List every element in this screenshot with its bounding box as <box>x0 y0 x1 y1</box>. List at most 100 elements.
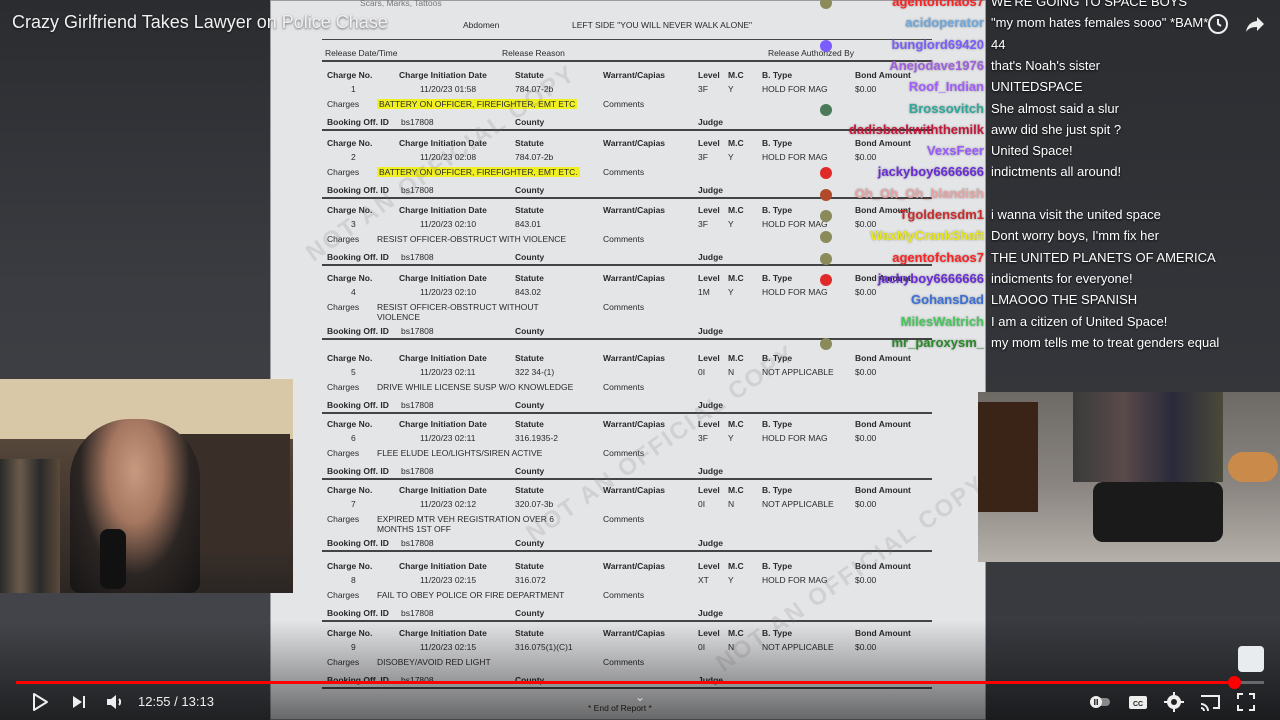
fullscreen-icon[interactable] <box>1234 690 1258 714</box>
chat-text: aww did she just spit ? <box>991 121 1122 137</box>
charge-col-header: Charge No. <box>327 70 373 80</box>
booking-label: Booking Off. ID <box>327 400 389 410</box>
chat-username[interactable]: Roof_Indian <box>909 79 984 94</box>
charge-number: 6 <box>351 433 356 443</box>
chat-message: VexsFeer United Space! <box>820 143 1280 163</box>
charge-number: 1 <box>351 84 356 94</box>
chat-username[interactable]: Tgoldensdm1 <box>899 207 984 222</box>
captions-icon[interactable]: CC <box>1126 690 1150 714</box>
charge-mc: Y <box>728 433 734 443</box>
robot-tank <box>1093 482 1223 542</box>
charge-mc: Y <box>728 575 734 585</box>
charge-col-header: M.C <box>728 273 744 283</box>
time-current: 12:55 <box>138 694 171 709</box>
booking-officer-id: bs17808 <box>401 117 434 127</box>
chat-username[interactable]: GohansDad <box>911 292 984 307</box>
charge-statute: 316.072 <box>515 575 546 585</box>
chat-message: dadisbackwiththemilk aww did she just spi… <box>820 122 1280 142</box>
chat-username[interactable]: WaxMyCrankShaft <box>870 228 984 243</box>
autoplay-toggle-icon[interactable] <box>1088 690 1114 714</box>
chat-message: Brossovitch She almost said a slur <box>820 101 1280 121</box>
charge-col-header: M.C <box>728 353 744 363</box>
charge-mc: Y <box>728 152 734 162</box>
chat-text: THE UNITED PLANETS OF AMERICA <box>991 249 1216 265</box>
chat-username[interactable]: agentofchaos7 <box>892 250 984 265</box>
charge-number: 7 <box>351 499 356 509</box>
charge-col-header: Charge Initiation Date <box>399 485 487 495</box>
chat-message: MilesWaltrich I am a citizen of United Sp… <box>820 314 1280 334</box>
charge-col-header: Charge Initiation Date <box>399 205 487 215</box>
chat-badge-icon <box>820 337 832 350</box>
comments-label: Comments <box>603 234 645 244</box>
chat-username[interactable]: mr_paroxysm_ <box>892 335 985 350</box>
charge-col-header: Level <box>698 273 720 283</box>
chat-username[interactable]: Oh_Oh_Oh_blandish <box>855 186 984 201</box>
charge-btype: HOLD FOR MAG <box>762 287 828 297</box>
chat-username[interactable]: Anejodave1976 <box>889 58 984 73</box>
charge-level: 3F <box>698 433 708 443</box>
comments-label: Comments <box>603 99 645 109</box>
charge-col-header: Warrant/Capias <box>603 419 666 429</box>
chat-username[interactable]: acidoperator <box>905 15 984 30</box>
chat-text: UNITEDSPACE <box>991 79 1083 95</box>
judge-label: Judge <box>698 326 724 336</box>
video-player[interactable]: Scars, Marks, Tattoos Abdomen LEFT SIDE "Y… <box>0 0 1280 720</box>
judge-label: Judge <box>698 608 724 618</box>
chat-username[interactable]: jackyboy6666666 <box>878 164 984 179</box>
charge-col-header: M.C <box>728 485 744 495</box>
chat-text: I am a citizen of United Space! <box>991 313 1168 329</box>
charge-col-header: Bond Amount <box>855 485 911 495</box>
svg-text:CC: CC <box>1133 701 1143 708</box>
charge-description: RESIST OFFICER-OBSTRUCT WITH VIOLENCE <box>377 234 567 244</box>
chat-badge-icon <box>820 39 832 52</box>
gear-icon[interactable] <box>1162 690 1186 714</box>
charge-col-header: Charge No. <box>327 419 373 429</box>
charge-col-header: Bond Amount <box>855 419 911 429</box>
charge-col-header: Level <box>698 138 720 148</box>
charge-col-header: Level <box>698 70 720 80</box>
chat-username[interactable]: Brossovitch <box>909 101 984 116</box>
chat-text: indictments all around! <box>991 164 1122 180</box>
next-icon[interactable] <box>67 690 91 714</box>
volume-icon[interactable] <box>103 690 127 714</box>
chat-username[interactable]: agentofchaos7 <box>892 0 984 9</box>
charge-description: FLEE ELUDE LEO/LIGHTS/SIREN ACTIVE <box>377 448 543 458</box>
charge-col-header: B. Type <box>762 273 793 283</box>
charge-col-header: Charge No. <box>327 138 373 148</box>
chat-message: acidoperator "my mom hates females sooo" … <box>820 15 1280 35</box>
progress-bar[interactable] <box>16 676 1264 689</box>
chat-message: mr_paroxysm_ my mom tells me to treat gen… <box>820 335 1280 355</box>
play-icon[interactable] <box>27 690 51 714</box>
charge-description: RESIST OFFICER-OBSTRUCT WITHOUT <box>377 302 539 312</box>
time-total: 13:13 <box>181 694 214 709</box>
charge-statute: 843.02 <box>515 287 541 297</box>
charge-date: 11/20/23 02:15 <box>420 575 477 585</box>
chat-username[interactable]: dadisbackwiththemilk <box>849 122 984 137</box>
charge-date: 11/20/23 02:11 <box>420 433 476 443</box>
chat-message: Tgoldensdm1 i wanna visit the united spac… <box>820 207 1280 227</box>
channel-logo[interactable] <box>1238 646 1264 672</box>
charge-description-cont: VIOLENCE <box>377 312 420 322</box>
chat-badge-icon <box>820 103 832 116</box>
chat-message: bunglord69420 44 <box>820 37 1280 57</box>
chat-username[interactable]: bunglord69420 <box>892 37 984 52</box>
chevron-down-icon[interactable]: ⌄ <box>635 690 645 704</box>
charge-col-header: Statute <box>515 485 544 495</box>
county-label: County <box>515 400 545 410</box>
video-frame-left <box>0 0 270 720</box>
chat-username[interactable]: VexsFeer <box>927 143 984 158</box>
chat-message: Anejodave1976 that's Noah's sister <box>820 58 1280 78</box>
chat-username[interactable]: jackyboy6666666 <box>878 271 984 286</box>
chat-text: "my mom hates females sooo" *BAM* <box>991 15 1209 31</box>
charge-col-header: Warrant/Capias <box>603 561 666 571</box>
chat-username[interactable]: MilesWaltrich <box>901 314 984 329</box>
booking-label: Booking Off. ID <box>327 466 389 476</box>
webcam-guitars <box>0 459 60 593</box>
doc-top-fragment: Scars, Marks, Tattoos <box>360 0 442 8</box>
video-title[interactable]: Crazy Girlfriend Takes Lawyer on Police … <box>12 12 388 33</box>
streamer-figure <box>70 419 200 593</box>
progress-scrubber[interactable] <box>1228 676 1242 689</box>
chat-badge-icon <box>820 231 832 244</box>
cast-icon[interactable] <box>1198 690 1222 714</box>
streamer-webcam <box>0 379 293 593</box>
